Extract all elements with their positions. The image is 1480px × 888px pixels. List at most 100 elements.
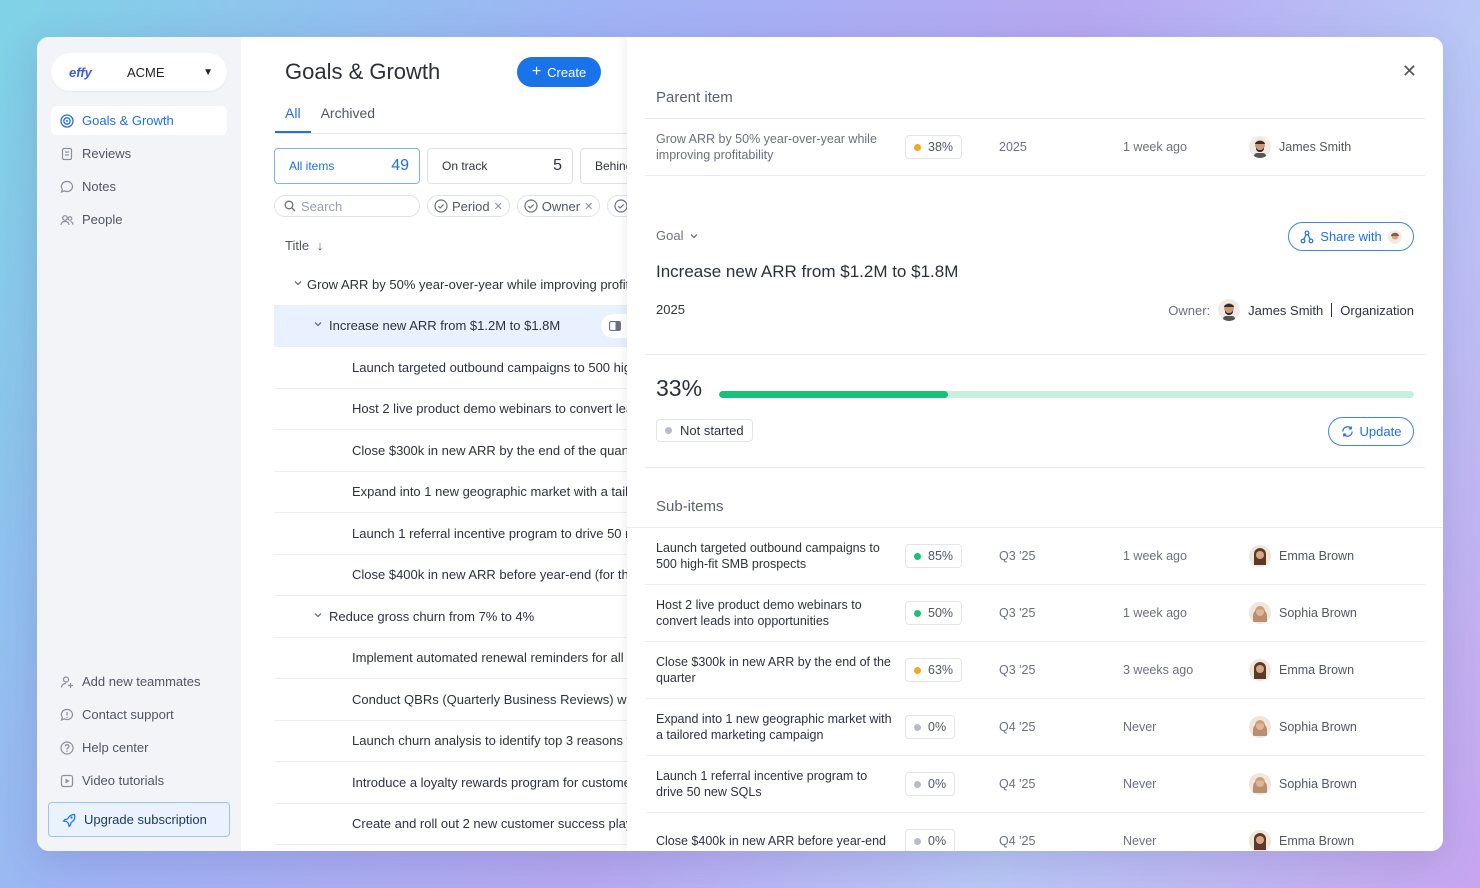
period: Q4 '25 [999,720,1036,734]
avatar [1249,136,1271,158]
progress-bar-fill [719,391,949,398]
avatar [1249,602,1271,624]
filter-count: 5 [553,157,562,174]
nav-label: Contact support [82,707,174,722]
chip-label: Owner [541,198,581,214]
chevron-down-icon[interactable] [293,278,303,291]
owner-name: Emma Brown [1279,549,1355,563]
close-icon[interactable]: ✕ [1402,61,1417,82]
sub-item-title: Close $400k in new ARR before year-end [656,834,886,848]
tab-all[interactable]: All [275,103,311,133]
remove-icon[interactable]: ✕ [584,200,593,213]
goal-list-row[interactable]: Increase new ARR from $1.2M to $1.8M [274,305,629,347]
nav-item-reviews[interactable]: Reviews [51,139,227,168]
goal-list-row[interactable]: Launch churn analysis to identify top 3 … [274,721,629,762]
search-input[interactable]: Search [274,195,420,217]
goal-title: Increase new ARR from $1.2M to $1.8M [656,262,959,281]
contact-support-link[interactable]: Contact support [51,700,227,729]
org-switcher[interactable]: effy ACME ▼ [51,53,227,91]
upgrade-subscription-button[interactable]: Upgrade subscription [48,802,230,837]
nav-label: Notes [82,179,116,194]
nav-label: Help center [82,740,149,755]
filter-all-items[interactable]: All items 49 [274,148,420,184]
goal-list-row[interactable]: Expand into 1 new geographic market with… [274,472,629,513]
goal-list-row[interactable]: Launch targeted outbound campaigns to 50… [274,347,629,389]
create-label: Create [547,64,587,80]
sub-item-row[interactable]: Launch 1 referral incentive program to d… [645,756,1425,813]
sub-item: Close $400k in new ARR before year-end 0%… [656,813,1414,851]
progress-bar [719,391,1414,398]
goal-list-row[interactable]: Close $400k in new ARR before year-end (… [274,555,629,596]
sub-item: Expand into 1 new geographic market with… [656,699,1414,755]
title-column-header[interactable]: Title ↓ [285,238,323,253]
owner-filter-chip[interactable]: Owner ✕ [516,195,601,217]
add-teammates-link[interactable]: Add new teammates [51,667,227,696]
filter-chips: Search Period ✕ Owner ✕ [274,195,635,217]
share-with-button[interactable]: Share with [1288,222,1414,251]
tab-archived[interactable]: Archived [311,103,385,133]
chevron-down-icon[interactable] [311,319,325,332]
goal-list-row[interactable]: Host 2 live product demo webinars to con… [274,389,629,430]
main-nav: Goals & Growth Reviews Notes People [51,106,227,238]
chevron-down-icon[interactable] [311,610,325,623]
owner: Sophia Brown [1249,602,1357,624]
goal-title: Expand into 1 new geographic market with… [352,484,629,500]
owner: James Smith [1249,136,1351,158]
goal-list-row[interactable]: Launch 1 referral incentive program to d… [274,513,629,555]
goal-list-row[interactable]: Conduct QBRs (Quarterly Business Reviews… [274,679,629,721]
sub-item: Host 2 live product demo webinars to con… [656,585,1414,641]
column-label: Title [285,238,310,253]
sub-item-row[interactable]: Host 2 live product demo webinars to con… [645,585,1425,642]
goal-title: Launch 1 referral incentive program to d… [352,525,629,541]
goal-list-row[interactable]: Grow ARR by 50% year-over-year while imp… [274,264,629,306]
period: Q3 '25 [999,549,1036,563]
item-type-dropdown[interactable]: Goal [656,228,699,243]
goal-list-row[interactable]: Close $300k in new ARR by the end of the… [274,430,629,472]
clipboard-icon [60,147,74,161]
chevron-down-icon [691,233,698,238]
check-circle-icon [434,199,448,213]
status-badge[interactable]: Not started [656,419,753,442]
video-tutorials-link[interactable]: Video tutorials [51,766,227,795]
remove-icon[interactable]: ✕ [494,200,503,213]
sub-item-row[interactable]: Launch targeted outbound campaigns to 50… [645,528,1425,585]
goal-title: Create and roll out 2 new customer succe… [352,816,629,832]
parent-item-row[interactable]: Grow ARR by 50% year-over-year while imp… [656,119,1414,175]
play-icon [60,774,74,788]
nav-item-goals[interactable]: Goals & Growth [51,106,227,135]
progress-value: 85% [928,549,954,563]
page-title: Goals & Growth [285,59,441,84]
avatar [1249,830,1271,851]
parent-item-title: Grow ARR by 50% year-over-year while imp… [656,132,877,162]
sub-items-heading: Sub-items [656,498,724,515]
owner-name[interactable]: James Smith [1248,303,1323,318]
avatar [1249,659,1271,681]
parent-item-heading: Parent item [656,89,733,106]
refresh-icon [1341,426,1353,437]
nav-item-people[interactable]: People [51,205,227,234]
last-updated: 1 week ago [1123,549,1187,563]
goal-period: 2025 [656,302,685,317]
goal-list-row[interactable]: Reduce gross churn from 7% to 4% [274,596,629,638]
update-label: Update [1359,424,1402,439]
avatar [1387,229,1402,244]
goal-title: Reduce gross churn from 7% to 4% [329,608,535,624]
goal-list-row[interactable]: Create and roll out 2 new customer succe… [274,804,629,845]
sub-item-row[interactable]: Expand into 1 new geographic market with… [645,699,1425,756]
goal-list-row[interactable]: Implement automated renewal reminders fo… [274,638,629,679]
filter-on-track[interactable]: On track 5 [427,148,573,184]
sub-items-list: Launch targeted outbound campaigns to 50… [627,527,1443,851]
owner-scope[interactable]: Organization [1340,303,1414,318]
goal-list-row[interactable]: Introduce a loyalty rewards program for … [274,762,629,804]
separator [1331,303,1333,317]
update-button[interactable]: Update [1328,417,1414,446]
tab-bar: All Archived [275,103,629,134]
panel-toggle-icon[interactable] [601,313,629,338]
create-button[interactable]: + Create [517,57,601,87]
progress-value: 63% [928,663,954,677]
nav-item-notes[interactable]: Notes [51,172,227,201]
help-center-link[interactable]: Help center [51,733,227,762]
period-filter-chip[interactable]: Period ✕ [427,195,510,217]
sub-item-row[interactable]: Close $400k in new ARR before year-end 0%… [645,813,1425,851]
sub-item-row[interactable]: Close $300k in new ARR by the end of the… [645,642,1425,699]
